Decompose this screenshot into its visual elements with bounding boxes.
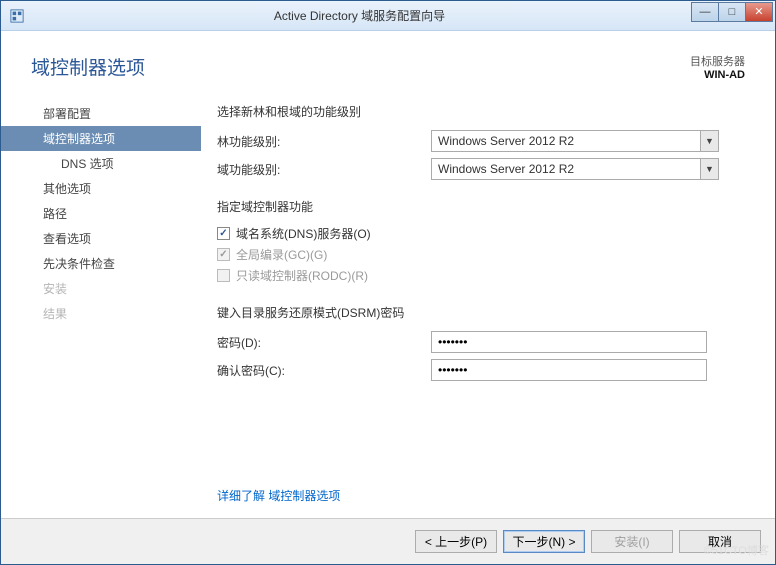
sidebar-item-deployment-config[interactable]: 部署配置 [1, 101, 201, 126]
gc-checkbox-row: 全局编录(GC)(G) [217, 246, 735, 263]
forest-level-row: 林功能级别: Windows Server 2012 R2 ▼ [217, 130, 735, 152]
app-icon [7, 6, 27, 26]
body-row: 部署配置 域控制器选项 DNS 选项 其他选项 路径 查看选项 先决条件检查 安… [1, 91, 775, 518]
rodc-checkbox-row: 只读域控制器(RODC)(R) [217, 267, 735, 284]
watermark: ©51CTO博客 [704, 542, 769, 558]
chevron-down-icon: ▼ [700, 131, 718, 151]
header-row: 域控制器选项 目标服务器 WIN-AD [1, 31, 775, 91]
sidebar-item-review-options[interactable]: 查看选项 [1, 226, 201, 251]
footer: < 上一步(P) 下一步(N) > 安装(I) 取消 [1, 518, 775, 564]
forest-level-label: 林功能级别: [217, 133, 431, 150]
more-info-link[interactable]: 详细了解 域控制器选项 [217, 487, 340, 504]
gc-checkbox-label: 全局编录(GC)(G) [236, 246, 327, 263]
sidebar-item-dc-options[interactable]: 域控制器选项 [1, 126, 201, 151]
password-row: 密码(D): [217, 331, 735, 353]
dsrm-section: 键入目录服务还原模式(DSRM)密码 密码(D): 确认密码(C): [217, 304, 735, 381]
password-label: 密码(D): [217, 334, 431, 351]
previous-button[interactable]: < 上一步(P) [415, 530, 497, 553]
window-controls: — □ ✕ [692, 2, 773, 22]
functional-level-section-label: 选择新林和根域的功能级别 [217, 103, 735, 120]
gc-checkbox [217, 248, 230, 261]
sidebar-item-install: 安装 [1, 276, 201, 301]
domain-level-dropdown[interactable]: Windows Server 2012 R2 ▼ [431, 158, 719, 180]
sidebar-item-prerequisites[interactable]: 先决条件检查 [1, 251, 201, 276]
install-button: 安装(I) [591, 530, 673, 553]
page-title: 域控制器选项 [31, 53, 145, 81]
dns-checkbox[interactable] [217, 227, 230, 240]
sidebar-item-paths[interactable]: 路径 [1, 201, 201, 226]
sidebar-item-additional-options[interactable]: 其他选项 [1, 176, 201, 201]
forest-level-value: Windows Server 2012 R2 [432, 134, 700, 148]
rodc-checkbox [217, 269, 230, 282]
target-server: 目标服务器 WIN-AD [690, 53, 745, 81]
maximize-button[interactable]: □ [718, 2, 746, 22]
domain-level-value: Windows Server 2012 R2 [432, 162, 700, 176]
titlebar: Active Directory 域服务配置向导 — □ ✕ [1, 1, 775, 31]
confirm-password-row: 确认密码(C): [217, 359, 735, 381]
main-panel: 选择新林和根域的功能级别 林功能级别: Windows Server 2012 … [201, 91, 775, 518]
target-server-label: 目标服务器 [690, 53, 745, 69]
chevron-down-icon: ▼ [700, 159, 718, 179]
minimize-button[interactable]: — [691, 2, 719, 22]
target-server-name: WIN-AD [690, 69, 745, 81]
window-title: Active Directory 域服务配置向导 [27, 7, 692, 24]
sidebar: 部署配置 域控制器选项 DNS 选项 其他选项 路径 查看选项 先决条件检查 安… [1, 91, 201, 518]
confirm-password-input[interactable] [431, 359, 707, 381]
confirm-password-label: 确认密码(C): [217, 362, 431, 379]
next-button[interactable]: 下一步(N) > [503, 530, 585, 553]
dns-checkbox-row: 域名系统(DNS)服务器(O) [217, 225, 735, 242]
dns-checkbox-label: 域名系统(DNS)服务器(O) [236, 225, 371, 242]
forest-level-dropdown[interactable]: Windows Server 2012 R2 ▼ [431, 130, 719, 152]
rodc-checkbox-label: 只读域控制器(RODC)(R) [236, 267, 368, 284]
sidebar-item-dns-options[interactable]: DNS 选项 [1, 151, 201, 176]
capabilities-section-label: 指定域控制器功能 [217, 198, 735, 215]
dsrm-section-label: 键入目录服务还原模式(DSRM)密码 [217, 304, 735, 321]
capabilities-section: 指定域控制器功能 域名系统(DNS)服务器(O) 全局编录(GC)(G) 只读域… [217, 198, 735, 284]
sidebar-item-results: 结果 [1, 301, 201, 326]
domain-level-label: 域功能级别: [217, 161, 431, 178]
wizard-window: Active Directory 域服务配置向导 — □ ✕ 域控制器选项 目标… [0, 0, 776, 565]
password-input[interactable] [431, 331, 707, 353]
content: 域控制器选项 目标服务器 WIN-AD 部署配置 域控制器选项 DNS 选项 其… [1, 31, 775, 564]
close-button[interactable]: ✕ [745, 2, 773, 22]
domain-level-row: 域功能级别: Windows Server 2012 R2 ▼ [217, 158, 735, 180]
